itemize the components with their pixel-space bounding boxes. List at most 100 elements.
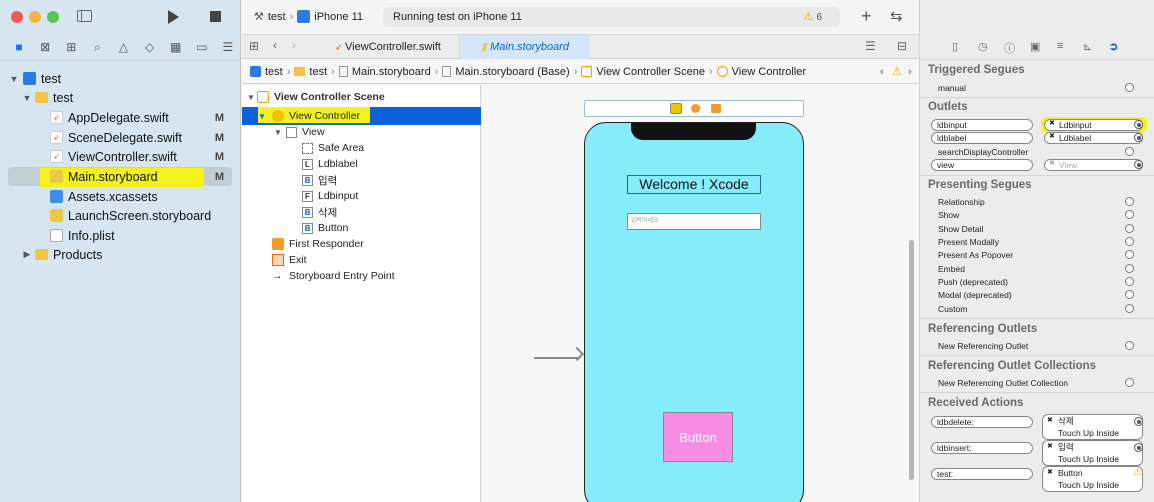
connection-circle[interactable] <box>1134 160 1143 169</box>
back-arrow-icon[interactable]: ‹ <box>273 38 277 52</box>
warning-icon[interactable]: △ <box>110 40 136 54</box>
size-inspector-icon[interactable]: ⊾ <box>1083 40 1092 53</box>
connection-circle[interactable] <box>1125 277 1134 286</box>
search-icon[interactable]: ⌕ <box>84 40 110 55</box>
outline-viewcontroller[interactable]: ▼ View Controller <box>242 107 481 125</box>
connection-circle[interactable] <box>1125 264 1134 273</box>
close-window-button[interactable] <box>11 11 23 23</box>
report-icon[interactable]: ☰ <box>215 40 241 54</box>
file-inspector-icon[interactable]: ▯ <box>952 40 958 53</box>
outline-ldbinput[interactable]: F Ldbinput <box>242 188 481 204</box>
connection-circle[interactable] <box>1125 250 1134 259</box>
outline-entry-point[interactable]: → Storyboard Entry Point <box>242 268 481 284</box>
identity-inspector-icon[interactable]: ▣ <box>1030 40 1040 53</box>
zoom-window-button[interactable] <box>47 11 59 23</box>
tree-item-appdelegate[interactable]: ➶ AppDelegate.swift M <box>0 108 241 127</box>
jump-item-project[interactable]: test <box>265 66 283 78</box>
disclosure-open-icon[interactable]: ▼ <box>9 74 19 84</box>
connection-circle[interactable] <box>1125 290 1134 299</box>
sidebar-toggle-icon[interactable] <box>77 10 92 22</box>
storyboard-canvas[interactable]: Welcome ! Xcode 입력하세요 Button <box>482 85 919 502</box>
connection-circle[interactable] <box>1125 197 1134 206</box>
connection-circle[interactable] <box>1134 443 1143 452</box>
tree-item-assets[interactable]: Assets.xcassets <box>0 187 241 206</box>
minimize-window-button[interactable] <box>29 11 41 23</box>
tree-item-infoplist[interactable]: Info.plist <box>0 226 241 245</box>
remove-connection-icon[interactable]: ✖ <box>1049 119 1055 129</box>
outlet-target[interactable]: ✖ Ldblabel <box>1044 132 1143 144</box>
forward-arrow-icon[interactable]: › <box>292 38 296 52</box>
chevron-right-icon[interactable]: › <box>908 66 912 78</box>
warning-icon[interactable]: ⚠ <box>1133 467 1142 478</box>
tab-main-storyboard[interactable]: ▮ Main.storyboard <box>461 35 590 59</box>
remove-connection-icon[interactable]: ✖ <box>1047 467 1053 479</box>
outline-scene[interactable]: ▼ View Controller Scene <box>242 89 481 105</box>
tree-item-launchscreen[interactable]: LaunchScreen.storyboard <box>0 206 241 225</box>
view-controller-icon[interactable] <box>670 103 682 114</box>
jump-item-file[interactable]: Main.storyboard <box>352 66 431 78</box>
tree-item-project[interactable]: ▼ test <box>0 69 241 88</box>
scheme-selector[interactable]: ⚒ test › iPhone 11 <box>254 10 363 23</box>
source-control-icon[interactable]: ⊠ <box>32 40 58 54</box>
outline-first-responder[interactable]: First Responder <box>242 236 481 252</box>
tree-item-group-test[interactable]: ▼ test <box>0 88 241 107</box>
outline-exit[interactable]: Exit <box>242 252 481 268</box>
tree-item-scenedelegate[interactable]: ➶ SceneDelegate.swift M <box>0 128 241 147</box>
attributes-inspector-icon[interactable]: ≡ <box>1057 40 1063 52</box>
disclosure-open-icon[interactable]: ▼ <box>22 93 32 103</box>
connection-circle[interactable] <box>1125 237 1134 246</box>
outline-ldblabel[interactable]: L Ldblabel <box>242 156 481 172</box>
help-icon[interactable]: ⓘ <box>1004 40 1015 56</box>
editor-options-icon[interactable]: ☰ <box>865 39 876 53</box>
connection-circle[interactable] <box>1134 133 1143 142</box>
stop-button[interactable] <box>210 11 221 22</box>
test-icon[interactable]: ◇ <box>137 40 163 54</box>
connection-circle[interactable] <box>1125 341 1134 350</box>
connection-circle[interactable] <box>1134 417 1143 426</box>
ldbinput-textfield[interactable]: 입력하세요 <box>627 213 761 230</box>
code-review-icon[interactable]: ⇆ <box>890 7 903 25</box>
jump-item-viewcontroller[interactable]: View Controller <box>732 66 806 78</box>
grid-icon[interactable]: ⊞ <box>249 39 259 53</box>
outline-delete-button[interactable]: B 삭제 <box>242 204 481 220</box>
vertical-scrollbar[interactable] <box>909 240 914 480</box>
connection-circle[interactable] <box>1125 83 1134 92</box>
connection-circle[interactable] <box>1125 304 1134 313</box>
welcome-label[interactable]: Welcome ! Xcode <box>627 175 761 194</box>
tree-item-products[interactable]: ▶ Products <box>0 245 241 264</box>
outline-insert-button[interactable]: B 입력 <box>242 172 481 188</box>
action-target[interactable]: ✖ 삭제 Touch Up Inside <box>1042 414 1143 440</box>
connection-circle[interactable] <box>1125 210 1134 219</box>
outlet-target[interactable]: ✖ Ldbinput <box>1044 119 1143 131</box>
jump-item-base[interactable]: Main.storyboard (Base) <box>455 66 569 78</box>
disclosure-closed-icon[interactable]: ▶ <box>22 249 32 260</box>
outline-view[interactable]: ▼ View <box>242 124 481 140</box>
disclosure-open-icon[interactable]: ▼ <box>274 128 286 137</box>
connection-circle[interactable] <box>1125 378 1134 387</box>
warning-icon[interactable]: ⚠ <box>892 65 902 78</box>
remove-connection-icon[interactable]: ✖ <box>1047 415 1053 427</box>
action-target[interactable]: ✖ Button Touch Up Inside <box>1042 466 1143 492</box>
connection-circle[interactable] <box>1134 120 1143 129</box>
outlet-target[interactable]: ✖ View <box>1044 159 1143 171</box>
action-target[interactable]: ✖ 입력 Touch Up Inside <box>1042 440 1143 466</box>
remove-connection-icon[interactable]: ✖ <box>1049 132 1055 142</box>
remove-connection-icon[interactable]: ✖ <box>1049 159 1055 169</box>
jump-item-group[interactable]: test <box>309 66 327 78</box>
split-editor-icon[interactable]: ⊟ <box>897 39 907 53</box>
button-view[interactable]: Button <box>663 412 733 462</box>
outline-safe-area[interactable]: Safe Area <box>242 140 481 156</box>
connection-circle[interactable] <box>1125 147 1134 156</box>
folder-icon[interactable]: ■ <box>6 40 32 54</box>
breakpoint-icon[interactable]: ▭ <box>189 40 215 54</box>
exit-icon[interactable] <box>711 104 721 113</box>
jump-item-scene[interactable]: View Controller Scene <box>596 66 705 78</box>
tree-item-viewcontroller[interactable]: ➶ ViewController.swift M <box>0 147 241 166</box>
connections-inspector-icon[interactable]: ➲ <box>1109 40 1118 53</box>
history-icon[interactable]: ◷ <box>978 40 988 53</box>
run-button[interactable] <box>168 10 179 24</box>
scene-dock[interactable] <box>584 100 804 117</box>
chevron-left-icon[interactable]: ‹ <box>880 66 884 78</box>
remove-connection-icon[interactable]: ✖ <box>1047 441 1053 453</box>
outline-button[interactable]: B Button <box>242 220 481 236</box>
